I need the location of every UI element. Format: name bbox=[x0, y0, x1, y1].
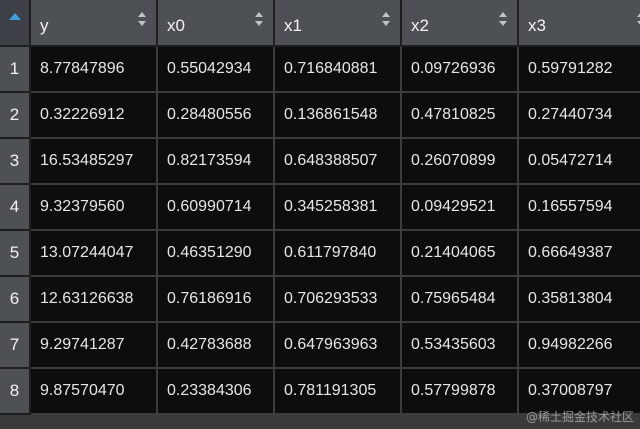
sort-arrows-icon bbox=[255, 12, 263, 26]
sort-ascending-icon bbox=[9, 13, 21, 20]
column-header-x1[interactable]: x1 bbox=[274, 0, 402, 47]
sort-arrows-icon bbox=[637, 13, 640, 25]
table-cell: 0.60990714 bbox=[157, 184, 275, 231]
table-row: 5 13.07244047 0.46351290 0.611797840 0.2… bbox=[0, 230, 640, 277]
table-cell: 0.59791282 bbox=[518, 46, 640, 93]
data-grid: y x0 x1 x2 x3 1 8.77847896 0.55042934 0.… bbox=[0, 0, 640, 429]
sort-arrows-icon bbox=[382, 12, 390, 26]
table-cell: 0.05472714 bbox=[518, 138, 640, 185]
table-cell: 0.21404065 bbox=[401, 230, 519, 277]
row-index: 7 bbox=[0, 322, 31, 369]
table-cell: 0.136861548 bbox=[274, 92, 402, 139]
table-cell: 0.57799878 bbox=[401, 368, 519, 415]
data-table: y x0 x1 x2 x3 1 8.77847896 0.55042934 0.… bbox=[0, 0, 640, 415]
table-cell: 0.66649387 bbox=[518, 230, 640, 277]
table-cell: 13.07244047 bbox=[30, 230, 158, 277]
table-cell: 0.345258381 bbox=[274, 184, 402, 231]
row-index: 2 bbox=[0, 92, 31, 139]
column-header-label: x2 bbox=[411, 16, 429, 35]
sort-arrows-icon bbox=[138, 12, 146, 26]
table-cell: 0.647963963 bbox=[274, 322, 402, 369]
column-header-label: x3 bbox=[528, 16, 546, 35]
table-cell: 0.781191305 bbox=[274, 368, 402, 415]
column-header-label: y bbox=[40, 16, 49, 35]
table-cell: 9.29741287 bbox=[30, 322, 158, 369]
row-index: 8 bbox=[0, 368, 31, 415]
table-cell: 16.53485297 bbox=[30, 138, 158, 185]
watermark: @稀土掘金技术社区 bbox=[525, 410, 634, 424]
table-row: 6 12.63126638 0.76186916 0.706293533 0.7… bbox=[0, 276, 640, 323]
column-header-label: x0 bbox=[167, 16, 185, 35]
sort-arrows-icon bbox=[499, 12, 507, 26]
table-cell: 0.09726936 bbox=[401, 46, 519, 93]
table-cell: 0.706293533 bbox=[274, 276, 402, 323]
table-cell: 0.648388507 bbox=[274, 138, 402, 185]
table-cell: 0.26070899 bbox=[401, 138, 519, 185]
table-cell: 9.87570470 bbox=[30, 368, 158, 415]
table-cell: 12.63126638 bbox=[30, 276, 158, 323]
table-cell: 0.46351290 bbox=[157, 230, 275, 277]
table-row: 7 9.29741287 0.42783688 0.647963963 0.53… bbox=[0, 322, 640, 369]
table-cell: 0.47810825 bbox=[401, 92, 519, 139]
column-header-y[interactable]: y bbox=[30, 0, 158, 47]
row-index: 4 bbox=[0, 184, 31, 231]
table-row: 1 8.77847896 0.55042934 0.716840881 0.09… bbox=[0, 46, 640, 93]
table-cell: 0.09429521 bbox=[401, 184, 519, 231]
column-header-x2[interactable]: x2 bbox=[401, 0, 519, 47]
header-row: y x0 x1 x2 x3 bbox=[0, 0, 640, 47]
table-cell: 8.77847896 bbox=[30, 46, 158, 93]
row-index: 1 bbox=[0, 46, 31, 93]
table-cell: 0.23384306 bbox=[157, 368, 275, 415]
table-cell: 0.82173594 bbox=[157, 138, 275, 185]
table-cell: 0.42783688 bbox=[157, 322, 275, 369]
row-index: 5 bbox=[0, 230, 31, 277]
table-cell: 0.28480556 bbox=[157, 92, 275, 139]
table-cell: 0.32226912 bbox=[30, 92, 158, 139]
table-cell: 0.76186916 bbox=[157, 276, 275, 323]
table-cell: 0.716840881 bbox=[274, 46, 402, 93]
row-index-header[interactable] bbox=[0, 0, 31, 47]
table-cell: 0.611797840 bbox=[274, 230, 402, 277]
row-index: 3 bbox=[0, 138, 31, 185]
column-header-label: x1 bbox=[284, 16, 302, 35]
table-cell: 0.16557594 bbox=[518, 184, 640, 231]
table-cell: 0.27440734 bbox=[518, 92, 640, 139]
table-row: 4 9.32379560 0.60990714 0.345258381 0.09… bbox=[0, 184, 640, 231]
row-index: 6 bbox=[0, 276, 31, 323]
column-header-x3[interactable]: x3 bbox=[518, 0, 640, 47]
table-cell: 0.75965484 bbox=[401, 276, 519, 323]
table-cell: 0.94982266 bbox=[518, 322, 640, 369]
table-cell: 9.32379560 bbox=[30, 184, 158, 231]
column-header-x0[interactable]: x0 bbox=[157, 0, 275, 47]
table-cell: 0.35813804 bbox=[518, 276, 640, 323]
table-row: 3 16.53485297 0.82173594 0.648388507 0.2… bbox=[0, 138, 640, 185]
table-cell: 0.53435603 bbox=[401, 322, 519, 369]
table-row: 2 0.32226912 0.28480556 0.136861548 0.47… bbox=[0, 92, 640, 139]
table-cell: 0.55042934 bbox=[157, 46, 275, 93]
